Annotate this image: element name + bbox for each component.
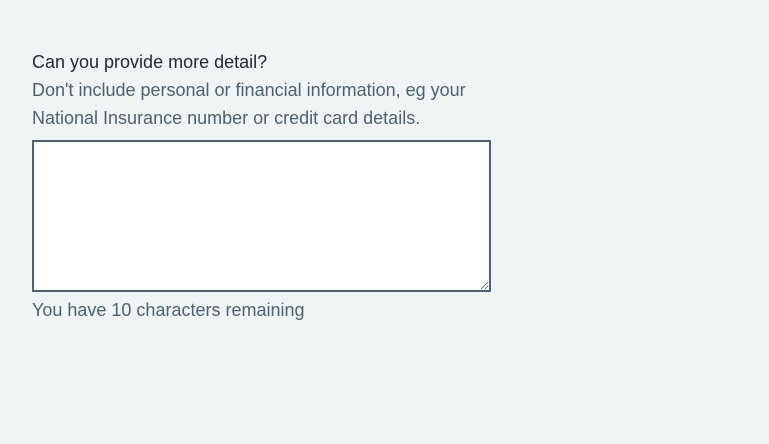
more-detail-label: Can you provide more detail? [32,52,268,72]
more-detail-form-group: Can you provide more detail? Don't inclu… [32,48,492,324]
more-detail-hint: Don't include personal or financial info… [32,80,466,128]
more-detail-textarea[interactable] [32,140,491,292]
character-count-message: You have 10 characters remaining [32,300,305,320]
